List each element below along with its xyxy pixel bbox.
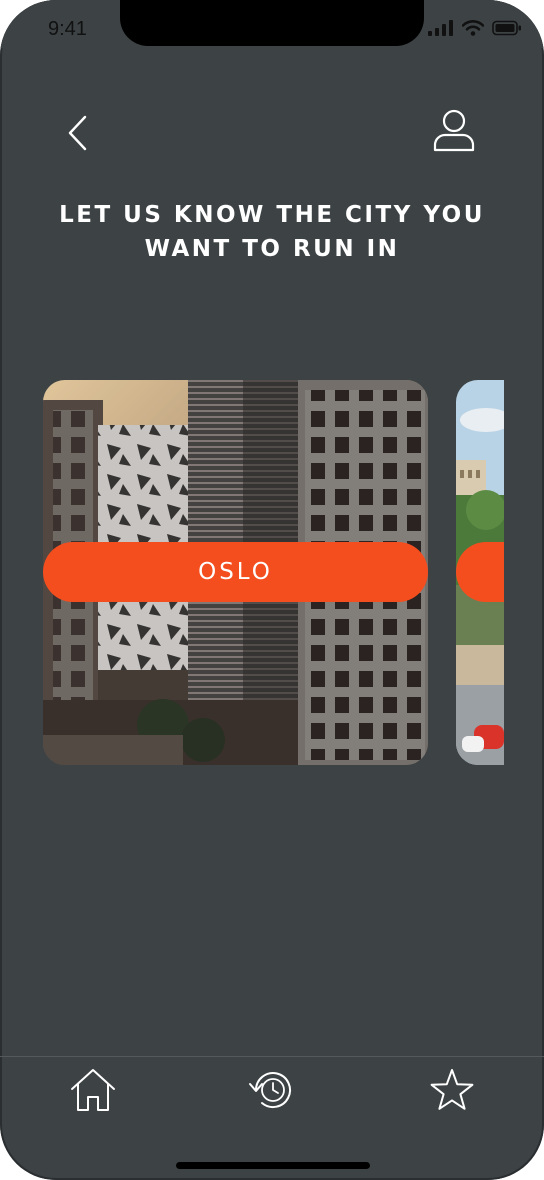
history-icon [249, 1072, 291, 1108]
star-icon [430, 1069, 474, 1110]
tab-history[interactable] [246, 1064, 298, 1116]
profile-button[interactable] [430, 106, 478, 154]
user-icon [433, 109, 475, 152]
chevron-left-icon [68, 115, 87, 151]
back-button[interactable] [54, 109, 102, 157]
city-card-oslo[interactable]: OSLO [43, 380, 428, 765]
cellular-signal-icon [428, 20, 453, 36]
tab-bar-divider [0, 1056, 544, 1057]
home-indicator [176, 1162, 370, 1169]
phone-screen: 9:41 LET US KNOW THE CITY YOU WANT TO RU… [0, 0, 544, 1180]
status-icons [428, 20, 522, 36]
wifi-icon [462, 20, 484, 36]
battery-icon [492, 20, 521, 36]
city-label-oslo[interactable]: OSLO [43, 542, 428, 602]
home-icon [71, 1069, 115, 1111]
page-title: LET US KNOW THE CITY YOU WANT TO RUN IN [59, 202, 485, 262]
tab-home[interactable] [67, 1064, 119, 1116]
city-card-next[interactable] [456, 380, 504, 765]
tab-favorites[interactable] [426, 1064, 478, 1116]
device-notch [120, 0, 424, 46]
status-time: 9:41 [48, 18, 87, 40]
